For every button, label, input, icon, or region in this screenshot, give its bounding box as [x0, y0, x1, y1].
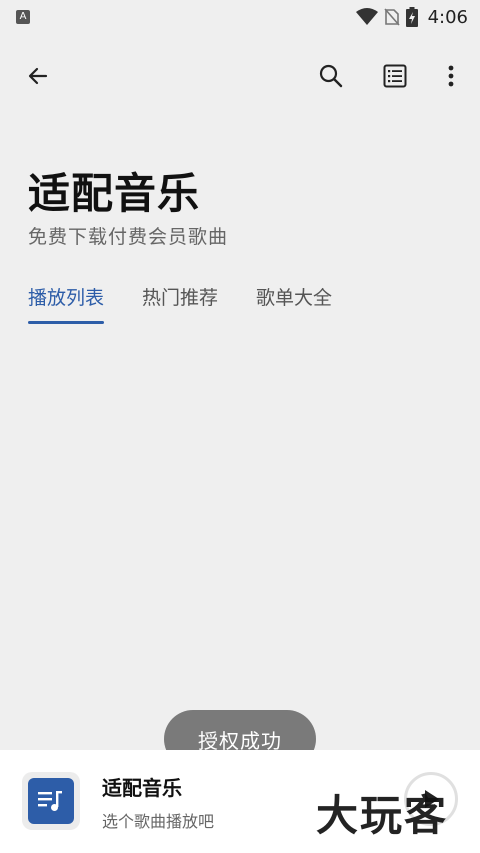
page-subtitle: 免费下载付费会员歌曲: [28, 226, 229, 248]
tab-playlist[interactable]: 播放列表: [28, 283, 105, 324]
tab-song-lists[interactable]: 歌单大全: [256, 283, 332, 324]
player-song-subtitle: 选个歌曲播放吧: [102, 812, 215, 831]
battery-charging-icon: [405, 7, 418, 27]
search-button[interactable]: [311, 56, 351, 96]
player-song-title: 适配音乐: [102, 776, 182, 800]
more-vert-icon: [448, 65, 454, 87]
wifi-icon: [355, 8, 378, 25]
app-bar: [0, 48, 480, 104]
back-button[interactable]: [18, 56, 58, 96]
app-notification-icon: A: [16, 10, 30, 24]
watermark-logo: 大玩客: [316, 791, 449, 840]
more-options-button[interactable]: [431, 56, 471, 96]
list-icon: [383, 64, 407, 88]
album-cover[interactable]: [22, 772, 80, 830]
arrow-back-icon: [28, 67, 48, 85]
playlist-music-icon: [38, 791, 62, 811]
list-view-button[interactable]: [375, 56, 415, 96]
page-title: 适配音乐: [28, 169, 201, 218]
search-icon: [319, 64, 343, 88]
status-bar: A 4:06: [0, 0, 480, 34]
tab-hot-recommend[interactable]: 热门推荐: [142, 283, 218, 324]
status-time: 4:06: [427, 6, 468, 28]
no-sim-icon: [383, 8, 400, 26]
